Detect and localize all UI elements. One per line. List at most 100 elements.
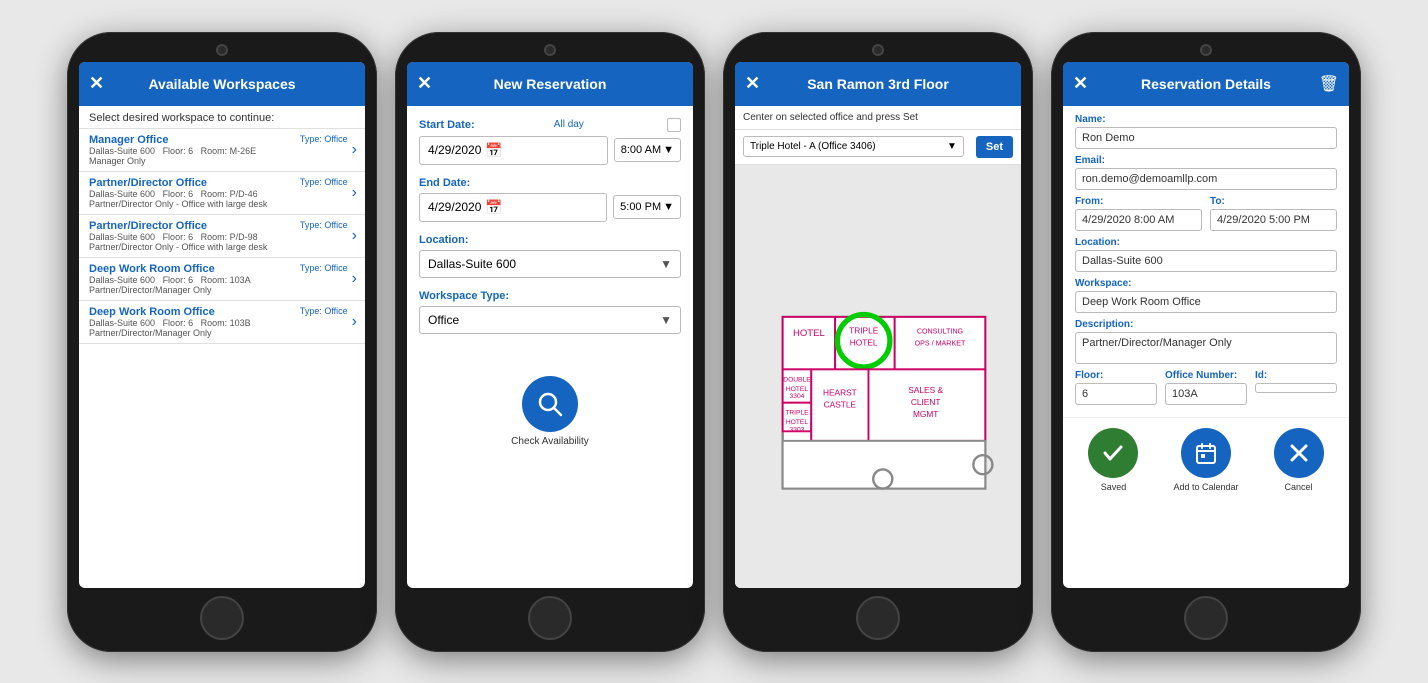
workspace-type-dropdown[interactable]: Office ▼: [419, 306, 681, 334]
phone-1-close[interactable]: ✕: [89, 73, 104, 94]
floor-plan-area[interactable]: HOTEL TRIPLE HOTEL CONSULTING OPS / MARK…: [735, 165, 1021, 588]
phone-4-close[interactable]: ✕: [1073, 73, 1088, 94]
description-field: Description: Partner/Director/Manager On…: [1075, 319, 1337, 364]
end-date-inputs: 4/29/2020 📅 5:00 PM ▼: [419, 193, 681, 222]
workspace-5-type: Type: Office: [300, 306, 348, 318]
phone-1: ✕ Available Workspaces Select desired wo…: [67, 32, 377, 652]
office-number-input[interactable]: 103A: [1165, 383, 1247, 405]
start-time-select[interactable]: 8:00 AM ▼: [614, 138, 681, 162]
workspace-3-title: Partner/Director Office: [89, 220, 207, 232]
description-input[interactable]: Partner/Director/Manager Only: [1075, 332, 1337, 364]
cancel-icon: [1274, 428, 1324, 478]
set-button[interactable]: Set: [976, 136, 1013, 158]
svg-text:3304: 3304: [790, 392, 805, 399]
workspace-item-5[interactable]: Deep Work Room Office Type: Office Dalla…: [79, 301, 365, 344]
workspace-4-note: Partner/Director/Manager Only: [89, 285, 348, 295]
phone-2-close[interactable]: ✕: [417, 73, 432, 94]
from-field: From: 4/29/2020 8:00 AM: [1075, 196, 1202, 231]
workspace-3-details: Dallas-Suite 600 Floor: 6 Room: P/D-98: [89, 232, 348, 242]
end-date-value: 4/29/2020: [428, 200, 481, 214]
workspace-item-2[interactable]: Partner/Director Office Type: Office Dal…: [79, 172, 365, 215]
workspace-item-4[interactable]: Deep Work Room Office Type: Office Dalla…: [79, 258, 365, 301]
location-value: Dallas-Suite 600: [428, 257, 516, 271]
email-input[interactable]: ron.demo@demoamllp.com: [1075, 168, 1337, 190]
floor-input[interactable]: 6: [1075, 383, 1157, 405]
end-time-select[interactable]: 5:00 PM ▼: [613, 195, 681, 219]
workspace-2-type: Type: Office: [300, 177, 348, 189]
office-number-field: Office Number: 103A: [1165, 370, 1247, 405]
phone-2-notch: [544, 44, 556, 56]
phone-1-notch: [216, 44, 228, 56]
map-hint-text: Center on selected office and press Set: [743, 112, 1013, 123]
workspace-2-details: Dallas-Suite 600 Floor: 6 Room: P/D-46: [89, 189, 348, 199]
phone-1-header: ✕ Available Workspaces: [79, 62, 365, 106]
workspace-type-label: Workspace Type:: [419, 290, 681, 302]
workspace-1-title: Manager Office: [89, 134, 168, 146]
phone-3-header: ✕ San Ramon 3rd Floor: [735, 62, 1021, 106]
svg-text:CONSULTING: CONSULTING: [917, 327, 964, 335]
workspace-item-3[interactable]: Partner/Director Office Type: Office Dal…: [79, 215, 365, 258]
phone-4-home[interactable]: [1184, 596, 1228, 640]
start-time-arrow: ▼: [663, 144, 674, 156]
phone-4-notch: [1200, 44, 1212, 56]
workspace-5-note: Partner/Director/Manager Only: [89, 328, 348, 338]
saved-button[interactable]: Saved: [1088, 428, 1138, 492]
office-selector-value: Triple Hotel - A (Office 3406): [750, 141, 876, 152]
to-input[interactable]: 4/29/2020 5:00 PM: [1210, 209, 1337, 231]
location-detail-input[interactable]: Dallas-Suite 600: [1075, 250, 1337, 272]
location-arrow: ▼: [660, 257, 672, 271]
details-form: Name: Ron Demo Email: ron.demo@demoamllp…: [1063, 106, 1349, 413]
svg-text:TRIPLE: TRIPLE: [785, 409, 809, 416]
phone-4-header: ✕ Reservation Details 🗑: [1063, 62, 1349, 106]
check-availability-button[interactable]: [522, 376, 578, 432]
start-date-input[interactable]: 4/29/2020 📅: [419, 136, 608, 165]
workspace-item-1[interactable]: Manager Office Type: Office Dallas-Suite…: [79, 129, 365, 172]
phone-3-notch: [872, 44, 884, 56]
floor-label: Floor:: [1075, 370, 1157, 381]
id-input[interactable]: [1255, 383, 1337, 393]
end-date-input[interactable]: 4/29/2020 📅: [419, 193, 607, 222]
phone-4: ✕ Reservation Details 🗑 Name: Ron Demo E…: [1051, 32, 1361, 652]
start-date-inputs: 4/29/2020 📅 8:00 AM ▼: [419, 136, 681, 165]
phone-2-header: ✕ New Reservation: [407, 62, 693, 106]
id-field: Id:: [1255, 370, 1337, 405]
end-time-arrow: ▼: [663, 201, 674, 213]
reservation-form: Start Date: All day 4/29/2020 📅 8:00 AM: [407, 106, 693, 459]
svg-text:HEARST: HEARST: [823, 387, 857, 397]
workspace-1-type: Type: Office: [300, 134, 348, 146]
phone-3-close[interactable]: ✕: [745, 73, 760, 94]
allday-checkbox[interactable]: [667, 118, 681, 132]
workspace-type-value: Office: [428, 313, 459, 327]
location-dropdown[interactable]: Dallas-Suite 600 ▼: [419, 250, 681, 278]
office-selector[interactable]: Triple Hotel - A (Office 3406) ▼: [743, 136, 964, 157]
description-label: Description:: [1075, 319, 1337, 330]
name-label: Name:: [1075, 114, 1337, 125]
phone-3-screen: ✕ San Ramon 3rd Floor Center on selected…: [735, 62, 1021, 588]
from-to-row: From: 4/29/2020 8:00 AM To: 4/29/2020 5:…: [1075, 196, 1337, 231]
svg-text:CLIENT: CLIENT: [911, 397, 941, 407]
phone-4-trash[interactable]: 🗑: [1319, 74, 1339, 94]
cancel-button[interactable]: Cancel: [1274, 428, 1324, 492]
workspace-3-note: Partner/Director Only - Office with larg…: [89, 242, 348, 252]
cancel-label: Cancel: [1284, 482, 1312, 492]
floor-office-id-row: Floor: 6 Office Number: 103A Id:: [1075, 370, 1337, 405]
svg-text:TRIPLE: TRIPLE: [849, 325, 879, 335]
floor-field: Floor: 6: [1075, 370, 1157, 405]
from-input[interactable]: 4/29/2020 8:00 AM: [1075, 209, 1202, 231]
map-selector-bar: Triple Hotel - A (Office 3406) ▼ Set: [735, 130, 1021, 165]
workspace-detail-input[interactable]: Deep Work Room Office: [1075, 291, 1337, 313]
phone-4-screen: ✕ Reservation Details 🗑 Name: Ron Demo E…: [1063, 62, 1349, 588]
workspace-2-info: Partner/Director Office Type: Office Dal…: [89, 177, 348, 209]
workspace-5-details: Dallas-Suite 600 Floor: 6 Room: 103B: [89, 318, 348, 328]
action-buttons: Saved Add to Calendar: [1063, 417, 1349, 498]
end-date-label: End Date:: [419, 177, 681, 189]
from-label: From:: [1075, 196, 1202, 207]
svg-text:SALES &: SALES &: [908, 385, 943, 395]
phone-3-home[interactable]: [856, 596, 900, 640]
workspace-4-title: Deep Work Room Office: [89, 263, 215, 275]
add-to-calendar-button[interactable]: Add to Calendar: [1173, 428, 1238, 492]
phone-1-home[interactable]: [200, 596, 244, 640]
phone-2-home[interactable]: [528, 596, 572, 640]
workspace-3-info: Partner/Director Office Type: Office Dal…: [89, 220, 348, 252]
name-input[interactable]: Ron Demo: [1075, 127, 1337, 149]
